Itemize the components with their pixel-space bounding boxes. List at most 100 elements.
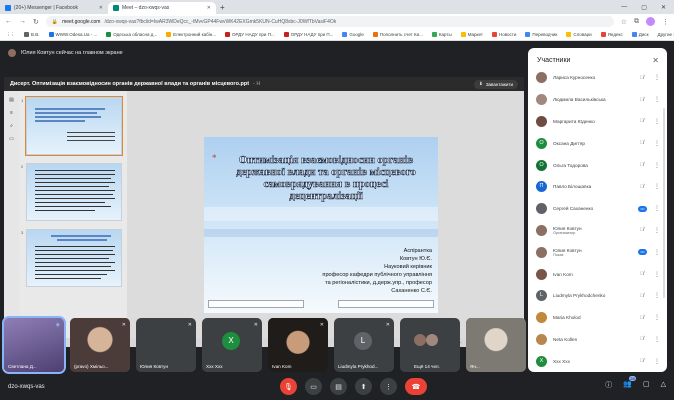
bookmark-item[interactable]: WWW.Odesa.Ua - ... — [48, 32, 97, 37]
bookmark-item[interactable]: Словари — [566, 32, 592, 37]
participant-row[interactable]: Ivan Kom 🎙̸ ⋮ — [528, 263, 667, 285]
comment-icon[interactable]: ▭ — [9, 136, 14, 142]
more-options-icon[interactable]: ⋮ — [653, 358, 661, 365]
participant-info: Оксана Дигтяр — [553, 141, 631, 146]
chat-icon[interactable]: ▢ — [643, 380, 650, 390]
participant-tile[interactable]: L ✕ Liudmyla Prykhod... — [334, 318, 394, 372]
thumb-line — [35, 270, 115, 271]
extensions-icon[interactable]: ⧉ — [634, 18, 639, 26]
more-options-icon[interactable]: ⋮ — [653, 336, 661, 343]
participant-row[interactable]: П Павло Білошапка 🎙̸ ⋮ — [528, 176, 667, 198]
search-icon[interactable]: ⌕ — [10, 123, 13, 129]
participant-row[interactable]: О Оксана Дигтяр 🎙̸ ⋮ — [528, 132, 667, 154]
close-tab-icon[interactable]: ✕ — [207, 5, 211, 11]
more-options-icon[interactable]: ⋮ — [653, 314, 661, 321]
participant-tile[interactable]: ✕ (pravo) Хмільо... — [70, 318, 130, 372]
menu-icon[interactable]: ⋮ — [662, 18, 669, 26]
bookmark-item[interactable]: Переводчик — [525, 32, 557, 37]
camera-toggle-button[interactable]: ▭ — [305, 378, 322, 395]
more-options-icon[interactable]: ⋮ — [653, 183, 661, 190]
bookmark-item[interactable]: Маркет — [460, 32, 483, 37]
bookmark-label: Пополнить счет Ки... — [379, 32, 423, 37]
participant-row[interactable]: Маргарита Юденко 🎙̸ ⋮ — [528, 111, 667, 133]
more-options-icon[interactable]: ⋮ — [653, 140, 661, 147]
forward-icon[interactable]: → — [19, 18, 26, 25]
participant-name: Людмила Васильківська — [553, 97, 606, 103]
participant-row[interactable]: Людмила Васильківська 🎙̸ ⋮ — [528, 89, 667, 111]
more-options-icon[interactable]: ⋮ — [653, 96, 661, 103]
close-window-icon[interactable]: ✕ — [661, 4, 666, 11]
bookmark-item[interactable]: Карты — [431, 32, 452, 37]
tab-meet[interactable]: Meet – dzo-xwqs-vas ✕ — [108, 2, 216, 14]
reload-icon[interactable]: ↻ — [33, 18, 39, 26]
participant-row[interactable]: Лариса Курносенко 🎙̸ ⋮ — [528, 67, 667, 89]
more-options-icon[interactable]: ⋮ — [653, 271, 661, 278]
other-bookmarks[interactable]: Другие закладки — [658, 32, 674, 37]
panel-scrollbar[interactable] — [663, 108, 665, 298]
back-icon[interactable]: ← — [5, 18, 12, 25]
more-options-icon[interactable]: ⋮ — [653, 292, 661, 299]
bookmark-label: Електронний кабін... — [173, 32, 216, 37]
bookmark-item[interactable]: ОРДУ НАДУ при П... — [283, 32, 333, 37]
participant-tile[interactable]: ✕ Ivan Kom — [268, 318, 328, 372]
maximize-icon[interactable]: ▢ — [641, 4, 647, 11]
mic-toggle-button[interactable]: 🎙 — [280, 378, 297, 395]
more-participants-tile[interactable]: Ещё 14 чел. — [400, 318, 460, 372]
star-icon[interactable]: ☆ — [621, 18, 627, 26]
apps-icon[interactable]: ⋮⋮ — [6, 32, 15, 38]
people-icon[interactable]: 👥 28 — [623, 376, 636, 390]
participant-tile[interactable]: X ✕ Ххх Ххх — [202, 318, 262, 372]
outline-icon[interactable]: ≡ — [10, 110, 13, 116]
more-options-button[interactable]: ⋮ — [380, 378, 397, 395]
captions-button[interactable]: ▤ — [330, 378, 347, 395]
more-options-icon[interactable]: ⋮ — [653, 162, 661, 169]
close-tab-icon[interactable]: ✕ — [99, 5, 103, 11]
tab-messenger[interactable]: (20+) Messenger | Facebook ✕ — [0, 2, 108, 14]
bookmark-item[interactable]: Новости — [491, 32, 516, 37]
close-panel-icon[interactable]: ✕ — [652, 56, 659, 65]
present-button[interactable]: ⬆ — [355, 378, 372, 395]
participant-row[interactable]: Neta Kollen 🎙̸ ⋮ — [528, 329, 667, 351]
participant-avatar — [536, 115, 547, 127]
bookmark-item[interactable]: ОРДУ НАДУ при П... — [224, 32, 275, 37]
participant-row[interactable]: О Ольга Тодорова 🎙̸ ⋮ — [528, 154, 667, 176]
bookmark-item[interactable]: Електронний кабін... — [166, 32, 216, 37]
more-options-icon[interactable]: ⋮ — [653, 205, 661, 212]
more-options-icon[interactable]: ⋮ — [653, 227, 661, 234]
bookmark-item[interactable]: Диск — [631, 32, 649, 37]
bookmark-favicon-icon — [491, 32, 497, 37]
bookmark-item[interactable]: Яндекс — [600, 32, 623, 37]
participant-row[interactable]: Юлия Ковтун Организатор 🎙̸ ⋮ — [528, 220, 667, 242]
participant-row[interactable]: Юлия Ковтун Показ ••• ⋮ — [528, 241, 667, 263]
share-title-suffix: - Н — [253, 81, 261, 87]
slide-thumbnail[interactable]: 2 — [21, 163, 122, 221]
bookmark-favicon-icon — [372, 32, 378, 37]
leave-call-button[interactable]: ☎ — [405, 378, 427, 395]
more-options-icon[interactable]: ⋮ — [653, 118, 661, 125]
bookmark-item[interactable]: Одеська обласна д... — [106, 32, 157, 37]
slides-view-icon[interactable]: ▤ — [9, 97, 14, 103]
pin-icon[interactable]: ◉ — [56, 322, 60, 328]
url-path: /dzo-xwqs-vas?fbclid=IwAR3WDeQcc_-tMvvGP… — [104, 18, 337, 25]
more-options-icon[interactable]: ⋮ — [653, 74, 661, 81]
bookmark-item[interactable]: B.B. — [24, 32, 40, 37]
activities-icon[interactable]: △ — [661, 380, 666, 390]
participant-tile[interactable]: Ян... — [466, 318, 526, 372]
slide-thumbnail[interactable]: 3 — [21, 229, 122, 287]
more-options-icon[interactable]: ⋮ — [653, 249, 661, 256]
participant-tile[interactable]: ✕ Юлия Ковтун — [136, 318, 196, 372]
profile-avatar[interactable] — [646, 17, 655, 26]
participant-tile[interactable]: ◉ Светлана Д... — [2, 316, 66, 374]
participant-row[interactable]: Maria Kholod 🎙̸ ⋮ — [528, 307, 667, 329]
slide-thumbnail[interactable]: 1 — [21, 96, 123, 156]
participant-row[interactable]: X Ххх Ххх 🎙̸ ⋮ — [528, 350, 667, 372]
info-icon[interactable]: ⓘ — [605, 380, 612, 390]
participant-row[interactable]: Сергей Саханенко ••• ⋮ — [528, 198, 667, 220]
bookmark-item[interactable]: Google — [342, 32, 364, 37]
new-tab-button[interactable]: + — [216, 2, 229, 14]
participant-row[interactable]: L Liudmyla Prykhodchenko 🎙̸ ⋮ — [528, 285, 667, 307]
minimize-icon[interactable]: — — [621, 4, 627, 11]
download-button[interactable]: ⬇ Завантажити — [474, 79, 518, 89]
address-bar[interactable]: 🔒 meet.google.com/dzo-xwqs-vas?fbclid=Iw… — [45, 16, 614, 27]
bookmark-item[interactable]: Пополнить счет Ки... — [372, 32, 423, 37]
